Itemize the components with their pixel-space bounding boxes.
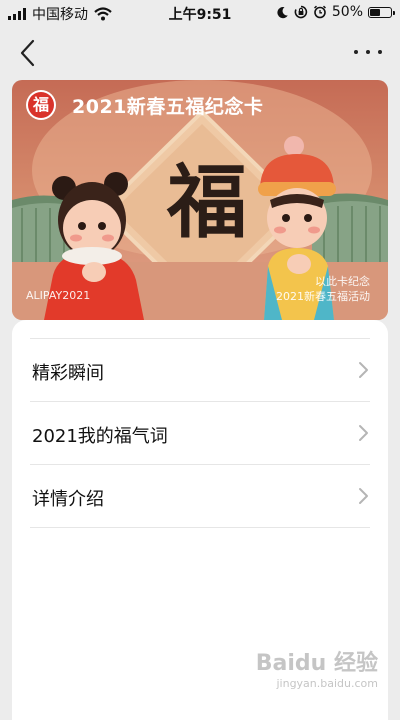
battery-percent: 50% xyxy=(331,4,363,20)
status-right: 50% xyxy=(276,4,395,20)
chevron-right-icon xyxy=(359,362,368,378)
back-button[interactable] xyxy=(14,36,44,70)
menu-item-label: 详情介绍 xyxy=(32,489,104,510)
watermark-line1: Baidu 经验 xyxy=(255,651,378,676)
alarm-icon xyxy=(313,5,326,19)
moon-icon xyxy=(277,6,288,18)
chevron-right-icon xyxy=(359,425,368,441)
more-button[interactable] xyxy=(354,42,382,62)
menu-item-fortune-words[interactable]: 2021我的福气词 xyxy=(30,402,370,465)
card-note: 以此卡纪念 2021新春五福活动 xyxy=(276,274,370,304)
menu-item-details[interactable]: 详情介绍 xyxy=(30,465,370,528)
watermark-line2: jingyan.baidu.com xyxy=(276,677,378,690)
more-icon-dot xyxy=(366,50,370,54)
card-note-line2: 2021新春五福活动 xyxy=(276,290,370,303)
battery-icon xyxy=(368,6,395,18)
menu-item-label: 精彩瞬间 xyxy=(32,363,104,384)
card-note-line1: 以此卡纪念 xyxy=(315,275,370,288)
more-icon-dot xyxy=(378,50,382,54)
chevron-right-icon xyxy=(359,488,368,504)
fu-logo-icon: 福 xyxy=(26,90,56,120)
battery-fill xyxy=(370,8,380,16)
card-title: 2021新春五福纪念卡 xyxy=(72,96,264,118)
chevron-left-icon xyxy=(20,39,35,67)
menu-item-highlights[interactable]: 精彩瞬间 xyxy=(30,339,370,402)
nav-bar xyxy=(0,28,400,76)
baidu-watermark: Baidu 经验 jingyan.baidu.com xyxy=(256,645,378,690)
card-brand: ALIPAY2021 xyxy=(26,289,91,302)
orientation-lock-icon xyxy=(294,5,307,19)
menu-list: 精彩瞬间 2021我的福气词 详情介绍 xyxy=(30,338,370,528)
status-bar: 中国移动 上午9:51 50% xyxy=(0,0,400,28)
more-icon-dot xyxy=(354,50,358,54)
fu-logo-char: 福 xyxy=(28,92,54,118)
menu-item-label: 2021我的福气词 xyxy=(32,426,168,447)
fu-commemorative-card[interactable]: 福 2021新春五福纪念卡 福 ALIPAY2021 以此卡纪念 2021新春五… xyxy=(12,80,388,320)
fu-calligraphy: 福 xyxy=(167,155,247,249)
